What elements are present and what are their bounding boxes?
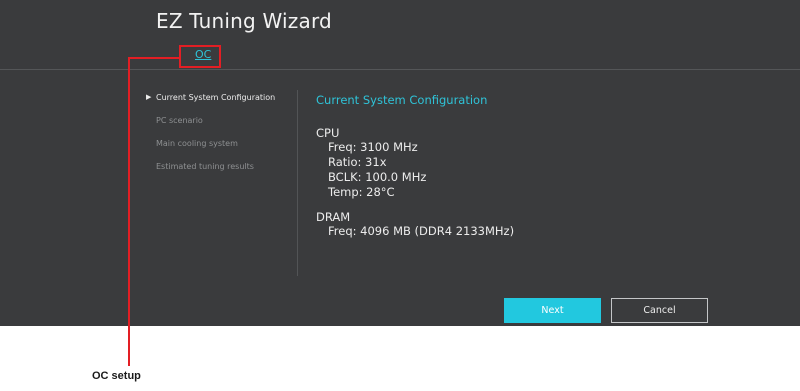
- figure: EZ Tuning Wizard OC ▶ Current System Con…: [0, 0, 800, 391]
- step-label: PC scenario: [156, 116, 203, 125]
- window-title: EZ Tuning Wizard: [156, 9, 332, 33]
- vertical-divider: [297, 90, 298, 276]
- section-heading: Current System Configuration: [316, 93, 488, 107]
- step-label: Current System Configuration: [156, 93, 276, 102]
- cpu-bclk-value: BCLK: 100.0 MHz: [328, 170, 427, 184]
- cpu-freq-value: Freq: 3100 MHz: [328, 140, 418, 154]
- header-divider: [0, 69, 800, 70]
- step-label: Estimated tuning results: [156, 162, 254, 171]
- wizard-steps-list: ▶ Current System Configuration PC scenar…: [146, 93, 275, 185]
- cancel-button[interactable]: Cancel: [611, 298, 708, 323]
- callout-highlight-box: [179, 45, 221, 68]
- step-pc-scenario[interactable]: PC scenario: [146, 116, 275, 139]
- step-estimated-tuning-results[interactable]: Estimated tuning results: [146, 162, 275, 185]
- callout-connector-horizontal: [128, 57, 181, 59]
- step-current-system-configuration[interactable]: ▶ Current System Configuration: [146, 93, 275, 116]
- cpu-ratio-value: Ratio: 31x: [328, 155, 387, 169]
- callout-connector-vertical: [128, 57, 130, 366]
- next-button[interactable]: Next: [504, 298, 601, 323]
- step-main-cooling-system[interactable]: Main cooling system: [146, 139, 275, 162]
- ez-tuning-wizard-window: EZ Tuning Wizard OC ▶ Current System Con…: [0, 0, 800, 326]
- triangle-right-icon: ▶: [146, 93, 152, 101]
- cpu-temp-value: Temp: 28°C: [328, 185, 395, 199]
- cpu-label: CPU: [316, 126, 340, 140]
- step-label: Main cooling system: [156, 139, 238, 148]
- dram-freq-value: Freq: 4096 MB (DDR4 2133MHz): [328, 224, 515, 238]
- callout-label: OC setup: [92, 370, 141, 382]
- system-configuration-panel: Current System Configuration CPU Freq: 3…: [316, 93, 514, 239]
- dram-label: DRAM: [316, 210, 351, 224]
